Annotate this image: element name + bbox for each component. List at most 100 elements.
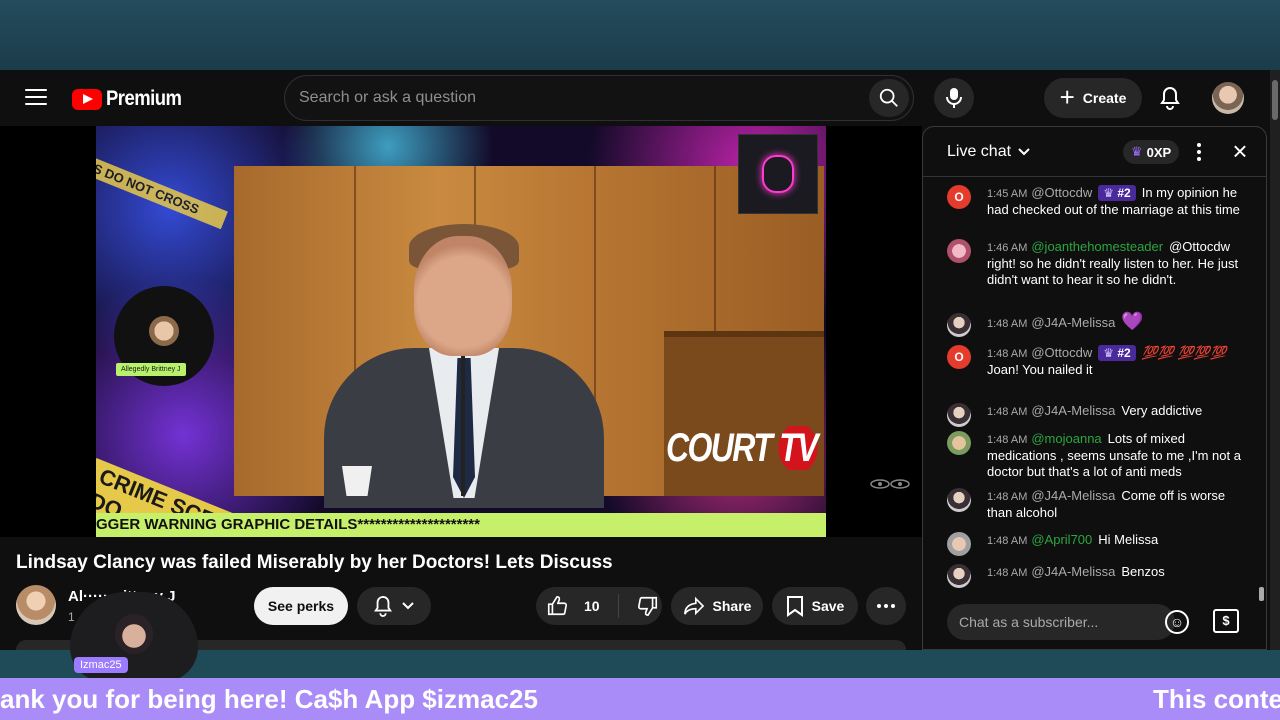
chat-message: O 1:45 AM @Ottocdw ♛ #2 In my opinion he ha… (947, 185, 1247, 218)
account-avatar[interactable] (1212, 82, 1244, 114)
thumbs-up-icon[interactable] (546, 595, 568, 617)
mic-icon (946, 88, 962, 108)
thumbs-down-icon[interactable] (637, 595, 659, 617)
network-logo: COURT TV (666, 426, 825, 471)
masthead: Premium + Create (0, 70, 1270, 126)
crown-icon: ♛ (1131, 144, 1143, 159)
chat-message: 1:48 AM @J4A-Melissa Come off is worse tha… (947, 488, 1247, 521)
message-author[interactable]: @J4A-Melissa (1031, 403, 1115, 418)
rank-badge: ♛ #2 (1098, 345, 1136, 361)
chat-scrollbar[interactable] (1259, 587, 1264, 601)
message-text: Joan! You nailed it (987, 362, 1093, 377)
message-author[interactable]: @Ottocdw (1031, 185, 1092, 200)
message-text: Benzos (1121, 564, 1165, 579)
podcast-logo (738, 134, 818, 214)
user-avatar: O (947, 345, 971, 369)
super-chat-icon[interactable]: $ (1213, 609, 1239, 633)
share-button[interactable]: Share (671, 587, 763, 625)
rank-badge: ♛ #2 (1098, 185, 1136, 201)
video-frame: US DO NOT CROSS CRIME SCENE DO Allegedly… (96, 126, 826, 537)
like-count: 10 (584, 598, 600, 614)
live-chat-panel: Live chat ♛ 0XP × O 1:45 AM @Ottocdw ♛ #2 I… (922, 126, 1267, 650)
user-avatar: O (947, 185, 971, 209)
chat-message: O 1:48 AM @Ottocdw ♛ #2 💯💯 💯💯💯 Joan! You na… (947, 345, 1247, 378)
chat-title: Live chat (947, 143, 1012, 160)
kebab-icon[interactable] (1193, 141, 1205, 163)
notifications-button[interactable] (1152, 80, 1188, 116)
bell-icon (374, 595, 392, 617)
user-avatar (947, 403, 971, 427)
brand-text: Premium (106, 87, 182, 110)
like-dislike-group: 10 (536, 587, 662, 625)
warning-ticker: GGER WARNING GRAPHIC DETAILS************… (96, 513, 826, 537)
more-actions-button[interactable] (866, 587, 906, 625)
chat-header: Live chat ♛ 0XP × (923, 127, 1266, 177)
close-icon[interactable]: × (1227, 138, 1253, 165)
search-button[interactable] (869, 79, 909, 117)
save-label: Save (811, 598, 845, 614)
streamer-label: Izmac25 (74, 657, 128, 673)
bell-icon (1160, 86, 1180, 110)
youtube-logo[interactable]: Premium (72, 87, 192, 111)
bookmark-icon (786, 596, 803, 617)
chat-message: 1:48 AM @J4A-Melissa Very addictive (947, 403, 1247, 427)
user-avatar (947, 239, 971, 263)
message-author[interactable]: @J4A-Melissa (1031, 488, 1115, 503)
chevron-down-icon (1018, 148, 1030, 156)
chat-message: 1:46 AM @joanthehomesteader @Ottocdw right… (947, 239, 1247, 288)
youtube-window: Premium + Create (0, 70, 1270, 650)
search-icon (879, 88, 898, 107)
user-avatar (947, 313, 971, 337)
message-text: Hi Melissa (1098, 532, 1159, 547)
chat-input[interactable] (959, 612, 1129, 632)
user-avatar (947, 532, 971, 556)
message-time: 1:48 AM (987, 434, 1028, 446)
chat-message: 1:48 AM @April700 Hi Melissa (947, 532, 1247, 556)
xp-value: 0XP (1146, 144, 1172, 160)
xp-badge[interactable]: ♛ 0XP (1123, 140, 1180, 164)
chat-mode-dropdown[interactable]: Live chat (947, 143, 1031, 161)
see-perks-button[interactable]: See perks (254, 587, 348, 625)
user-avatar (947, 564, 971, 588)
cup (342, 466, 372, 496)
message-author[interactable]: @J4A-Melissa (1031, 315, 1115, 330)
message-author[interactable]: @mojoanna (1031, 431, 1101, 446)
message-time: 1:48 AM (987, 535, 1028, 547)
voice-search-button[interactable] (934, 78, 974, 118)
menu-icon[interactable] (22, 86, 50, 110)
user-avatar (947, 488, 971, 512)
message-author[interactable]: @J4A-Melissa (1031, 564, 1115, 579)
create-label: Create (1082, 90, 1127, 106)
create-button[interactable]: + Create (1044, 78, 1142, 118)
witness-bench (664, 331, 824, 496)
message-author[interactable]: @joanthehomesteader (1031, 239, 1163, 254)
video-title: Lindsay Clancy was failed Miserably by h… (16, 552, 613, 573)
search-input[interactable] (299, 84, 859, 112)
chat-input-box (947, 604, 1175, 640)
message-time: 1:48 AM (987, 318, 1028, 330)
share-label: Share (712, 598, 752, 614)
message-author[interactable]: @April700 (1031, 532, 1092, 547)
page-scrollbar[interactable] (1270, 70, 1280, 650)
notification-toggle-button[interactable] (357, 587, 431, 625)
message-text: 💜 (1121, 311, 1144, 331)
marquee-text-right: This conter (1153, 684, 1280, 714)
crime-tape-top: US DO NOT CROSS (96, 151, 228, 230)
message-time: 1:45 AM (987, 188, 1028, 200)
save-button[interactable]: Save (772, 587, 858, 625)
message-author[interactable]: @Ottocdw (1031, 345, 1092, 360)
message-time: 1:48 AM (987, 406, 1028, 418)
youtube-logo-icon (72, 88, 102, 110)
chat-messages: O 1:45 AM @Ottocdw ♛ #2 In my opinion he ha… (923, 177, 1266, 595)
channel-avatar[interactable] (16, 585, 56, 625)
user-avatar (947, 431, 971, 455)
chat-message: 1:48 AM @mojoanna Lots of mixed medication… (947, 431, 1247, 480)
message-emoji: 💯💯 💯💯💯 (1141, 345, 1227, 360)
message-time: 1:48 AM (987, 567, 1028, 579)
video-player[interactable]: US DO NOT CROSS CRIME SCENE DO Allegedly… (0, 126, 922, 537)
channel-watermark (868, 474, 912, 500)
share-icon (683, 596, 704, 616)
emoji-icon[interactable]: ☺ (1165, 610, 1189, 634)
guest-label: Allegedly Brittney J (116, 363, 186, 376)
chat-message: 1:48 AM @J4A-Melissa Benzos (947, 564, 1247, 588)
